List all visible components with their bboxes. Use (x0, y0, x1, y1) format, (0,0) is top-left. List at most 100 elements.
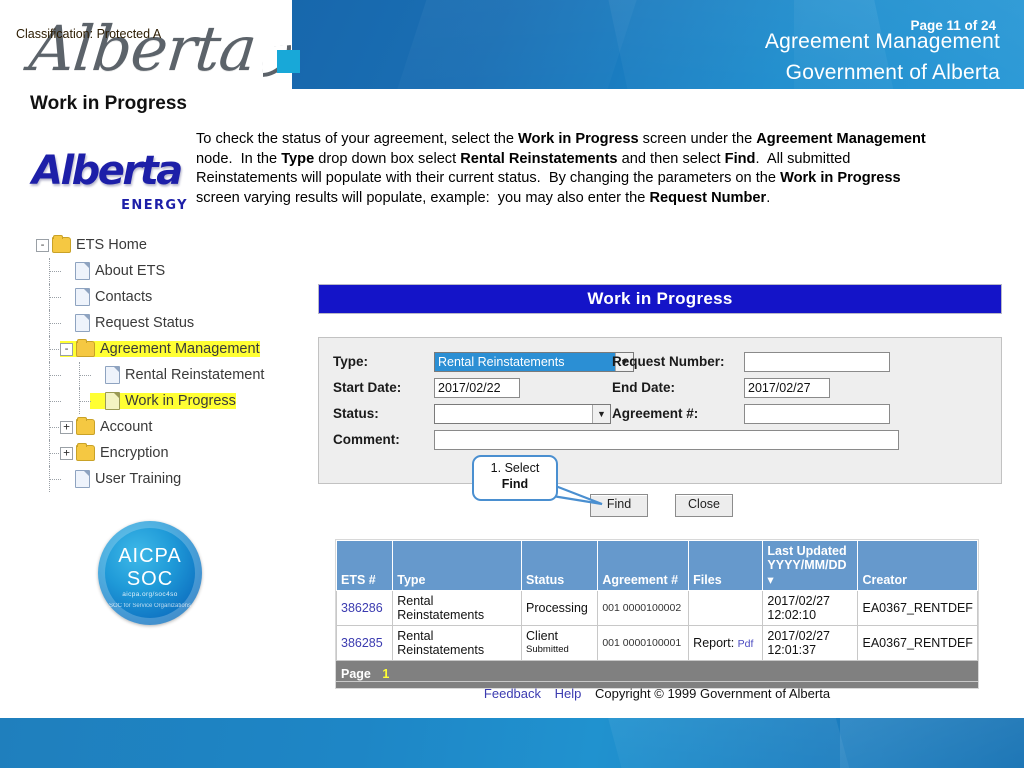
tree-item-label: Request Status (95, 315, 194, 331)
header-title-line2: Government of Alberta (765, 57, 1000, 88)
request-number-input[interactable] (744, 352, 890, 372)
tree-expand-icon[interactable]: + (60, 421, 73, 434)
classification-label: Classification: Protected A (16, 27, 161, 41)
app-footer-divider (336, 681, 978, 682)
status-select[interactable]: ▼ (434, 404, 611, 424)
tree-collapse-icon[interactable]: - (60, 343, 73, 356)
tree-collapse-icon[interactable]: - (36, 239, 49, 252)
tree-item-label: Account (100, 419, 152, 435)
pdf-link[interactable]: Pdf (738, 638, 754, 650)
pagination-row: Page 1 (337, 661, 978, 688)
tree-item-request-status[interactable]: Request Status (36, 310, 312, 336)
tree-guide-stub (79, 401, 91, 403)
tree-guide-stub (79, 375, 91, 377)
tree-item-content: Rental Reinstatement (90, 367, 264, 383)
tree-item-user-training[interactable]: User Training (36, 466, 312, 492)
alberta-wordmark-square (277, 50, 300, 73)
tree-item-label: Rental Reinstatement (125, 367, 264, 383)
table-row: 386285 Rental ReinstatementsClientSubmitt… (337, 626, 978, 661)
col-creator[interactable]: Creator (858, 541, 978, 591)
start-date-input[interactable]: 2017/02/22 (434, 378, 520, 398)
results-table-body: 386286Rental ReinstatementsProcessing001… (337, 591, 978, 661)
alberta-wordmark-logo: Alberta (16, 10, 292, 90)
type-select[interactable]: Rental Reinstatements ▼ (434, 352, 634, 372)
tree-expand-icon[interactable]: + (60, 447, 73, 460)
status-label: Status: (333, 406, 379, 421)
tree-item-content: -Agreement Management (60, 341, 260, 357)
col-ets[interactable]: ETS # (337, 541, 393, 591)
ets-number-link[interactable]: 386285 (341, 636, 383, 650)
page-icon (75, 470, 90, 488)
tree-item-content: + Account (60, 419, 152, 435)
page-icon (75, 262, 90, 280)
tree-item-ets-home[interactable]: -ETS Home (36, 232, 312, 258)
tree-item-encryption[interactable]: + Encryption (36, 440, 312, 466)
col-type[interactable]: Type (393, 541, 522, 591)
close-button[interactable]: Close (675, 494, 733, 517)
callout-select-find: 1. Select Find (472, 455, 558, 501)
col-agreement[interactable]: Agreement # (598, 541, 689, 591)
agreement-number-input[interactable] (744, 404, 890, 424)
col-files[interactable]: Files (689, 541, 763, 591)
col-last-updated[interactable]: Last Updated YYYY/MM/DD ▾ (763, 541, 858, 591)
footer-facet-1 (608, 718, 852, 768)
chevron-down-icon[interactable]: ▼ (592, 405, 610, 423)
updated-time: 12:02:10 (767, 608, 853, 622)
results-table: ETS # Type Status Agreement # Files Last… (336, 540, 978, 688)
alberta-energy-wordmark: Alberta (32, 148, 181, 194)
page-number[interactable]: 1 (374, 667, 389, 681)
files-label: Report: (693, 636, 737, 650)
sort-descending-icon[interactable]: ▾ (767, 573, 773, 587)
tree-item-account[interactable]: + Account (36, 414, 312, 440)
status-secondary: Submitted (526, 643, 593, 656)
soc-badge-line1: AICPA (98, 545, 202, 568)
soc-badge-arc-text: SOC for Service Organizations (98, 603, 202, 609)
cell-ets-number: 386285 (337, 626, 393, 661)
tree-item-agreement-management[interactable]: -Agreement Management (36, 336, 312, 362)
app-footer: Feedback Help Copyright © 1999 Governmen… (336, 686, 978, 701)
tree-item-label: Encryption (100, 445, 169, 461)
tree-item-label: User Training (95, 471, 181, 487)
cell-last-updated: 2017/02/2712:02:10 (763, 591, 858, 626)
tree-guide-stub (49, 427, 61, 429)
start-date-label: Start Date: (333, 380, 401, 395)
soc-badge-line3: aicpa.org/soc4so (98, 591, 202, 598)
tree-item-rental-reinstatement[interactable]: Rental Reinstatement (36, 362, 312, 388)
page-icon (105, 366, 120, 384)
col-last-updated-l1: Last Updated (767, 544, 846, 558)
col-status[interactable]: Status (522, 541, 598, 591)
help-link[interactable]: Help (555, 686, 582, 701)
tree-guide-stub (49, 479, 61, 481)
status-select-value (435, 405, 592, 423)
header-facet-1 (386, 0, 638, 89)
slide-footer-bar (0, 718, 1024, 768)
cell-type: Rental Reinstatements (393, 626, 522, 661)
ets-navigation-tree[interactable]: -ETS HomeAbout ETS Contacts Request Status… (36, 232, 312, 492)
callout-line2: Find (474, 477, 556, 491)
tree-item-content: Contacts (60, 289, 152, 305)
alberta-wordmark-text: Alberta (26, 12, 259, 85)
folder-icon (76, 341, 95, 357)
end-date-input[interactable]: 2017/02/27 (744, 378, 830, 398)
cell-creator: EA0367_RENTDEF (858, 626, 978, 661)
tree-item-content: + Encryption (60, 445, 169, 461)
cell-creator: EA0367_RENTDEF (858, 591, 978, 626)
copyright-text: Copyright © 1999 Government of Alberta (595, 686, 830, 701)
slide-title: Work in Progress (30, 93, 187, 115)
cell-status: Processing (522, 591, 598, 626)
col-last-updated-l2: YYYY/MM/DD (767, 558, 846, 572)
end-date-label: End Date: (612, 380, 675, 395)
tree-item-work-in-progress[interactable]: Work in Progress (36, 388, 312, 414)
ets-number-link[interactable]: 386286 (341, 601, 383, 615)
results-table-head: ETS # Type Status Agreement # Files Last… (337, 541, 978, 591)
feedback-link[interactable]: Feedback (484, 686, 541, 701)
cell-status: ClientSubmitted (522, 626, 598, 661)
tree-item-contacts[interactable]: Contacts (36, 284, 312, 310)
tree-guide-stub (49, 323, 61, 325)
comment-input[interactable] (434, 430, 899, 450)
tree-item-about-ets[interactable]: About ETS (36, 258, 312, 284)
updated-date: 2017/02/27 (767, 594, 853, 608)
tree-item-label: Work in Progress (125, 393, 236, 409)
tree-guide-stub (49, 401, 61, 403)
cell-type: Rental Reinstatements (393, 591, 522, 626)
